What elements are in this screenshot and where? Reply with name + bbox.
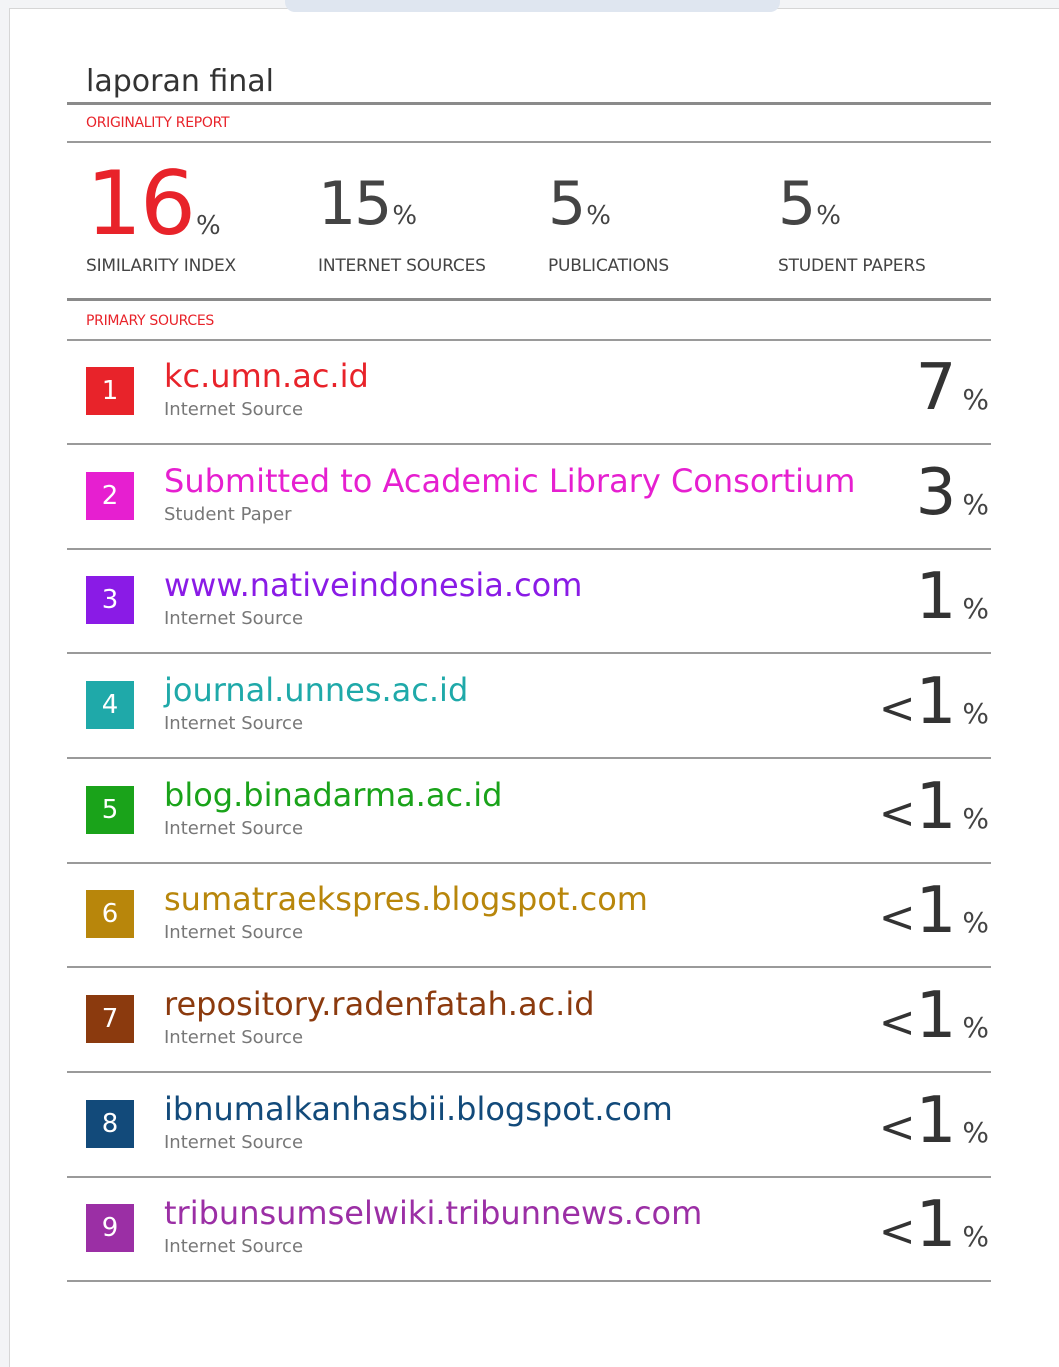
less-than-sign: < [878, 788, 916, 839]
stat-label: STUDENT PAPERS [778, 256, 926, 276]
stat-value: 15% [318, 159, 417, 249]
percent-sign: % [962, 592, 989, 625]
rank-badge: 4 [86, 681, 134, 729]
less-than-sign: < [878, 683, 916, 734]
source-type: Internet Source [164, 399, 304, 420]
source-row-5: 5 blog.binadarma.ac.id Internet Source <… [67, 760, 991, 864]
source-row-9: 9 tribunsumselwiki.tribunnews.com Intern… [67, 1178, 991, 1282]
percent-sign: % [195, 211, 221, 241]
primary-sources-label: PRIMARY SOURCES [86, 313, 214, 329]
title-divider [67, 102, 991, 105]
rank-badge: 7 [86, 995, 134, 1043]
source-percent: 1% [916, 562, 989, 632]
source-row-1: 1 kc.umn.ac.id Internet Source 7% [67, 341, 991, 445]
source-percent: 3% [916, 458, 989, 528]
row-divider [67, 1280, 991, 1282]
row-divider [67, 1071, 991, 1073]
rank-badge: 9 [86, 1204, 134, 1252]
source-row-6: 6 sumatraekspres.blogspot.com Internet S… [67, 864, 991, 968]
percent-number: 1 [915, 979, 957, 1053]
rank-badge: 1 [86, 367, 134, 415]
percent-sign: % [962, 1220, 989, 1253]
source-name: blog.binadarma.ac.id [164, 776, 503, 814]
source-percent: <1% [879, 772, 989, 842]
stat-label: INTERNET SOURCES [318, 256, 486, 276]
percent-sign: % [392, 201, 418, 231]
viewer-tab-decoration [285, 0, 780, 12]
rank-badge: 2 [86, 472, 134, 520]
percent-sign: % [962, 906, 989, 939]
source-name: Submitted to Academic Library Consortium [164, 462, 856, 500]
source-percent: <1% [879, 876, 989, 946]
percent-sign: % [962, 1011, 989, 1044]
stat-number: 15 [318, 169, 392, 239]
stat-value: 5% [548, 159, 611, 249]
source-name: journal.unnes.ac.id [164, 671, 469, 709]
source-row-7: 7 repository.radenfatah.ac.id Internet S… [67, 969, 991, 1073]
rank-badge: 3 [86, 576, 134, 624]
source-name: www.nativeindonesia.com [164, 566, 583, 604]
percent-number: 1 [915, 1084, 957, 1158]
percent-number: 7 [915, 351, 957, 425]
rank-badge: 6 [86, 890, 134, 938]
percent-sign: % [816, 201, 841, 231]
source-percent: <1% [879, 667, 989, 737]
source-name: sumatraekspres.blogspot.com [164, 880, 648, 918]
less-than-sign: < [878, 1102, 916, 1153]
row-divider [67, 966, 991, 968]
source-name: repository.radenfatah.ac.id [164, 985, 595, 1023]
stat-number: 5 [548, 169, 586, 239]
originality-report-label: ORIGINALITY REPORT [86, 115, 230, 131]
row-divider [67, 443, 991, 445]
stats-divider [67, 298, 991, 301]
source-percent: <1% [879, 1086, 989, 1156]
source-name: ibnumalkanhasbii.blogspot.com [164, 1090, 673, 1128]
source-row-3: 3 www.nativeindonesia.com Internet Sourc… [67, 550, 991, 654]
percent-number: 1 [915, 770, 957, 844]
less-than-sign: < [878, 892, 916, 943]
row-divider [67, 757, 991, 759]
percent-number: 1 [915, 560, 957, 634]
stat-label: SIMILARITY INDEX [86, 256, 236, 276]
source-type: Internet Source [164, 818, 304, 839]
source-type: Internet Source [164, 1236, 304, 1257]
stat-label: PUBLICATIONS [548, 256, 669, 276]
originality-divider [67, 141, 991, 143]
stat-value: 5% [778, 159, 841, 249]
rank-badge: 5 [86, 786, 134, 834]
report-page: laporan final ORIGINALITY REPORT 16% SIM… [9, 0, 1059, 1367]
source-type: Internet Source [164, 1132, 304, 1153]
less-than-sign: < [878, 997, 916, 1048]
percent-number: 1 [915, 1188, 957, 1262]
row-divider [67, 652, 991, 654]
percent-sign: % [962, 488, 989, 521]
source-type: Internet Source [164, 922, 304, 943]
stat-value: 16% [86, 159, 221, 249]
source-percent: 7% [916, 353, 989, 423]
source-name: kc.umn.ac.id [164, 357, 369, 395]
stat-number: 16 [86, 152, 196, 255]
percent-number: 1 [915, 665, 957, 739]
source-row-8: 8 ibnumalkanhasbii.blogspot.com Internet… [67, 1074, 991, 1178]
less-than-sign: < [878, 1206, 916, 1257]
source-type: Internet Source [164, 1027, 304, 1048]
percent-sign: % [962, 1116, 989, 1149]
percent-number: 3 [915, 456, 957, 530]
stat-number: 5 [778, 169, 816, 239]
percent-sign: % [962, 697, 989, 730]
source-type: Internet Source [164, 713, 304, 734]
source-type: Internet Source [164, 608, 304, 629]
percent-sign: % [962, 383, 989, 416]
rank-badge: 8 [86, 1100, 134, 1148]
source-name: tribunsumselwiki.tribunnews.com [164, 1194, 703, 1232]
document-title: laporan final [86, 64, 275, 99]
percent-sign: % [962, 802, 989, 835]
percent-sign: % [586, 201, 611, 231]
source-type: Student Paper [164, 504, 292, 525]
source-row-2: 2 Submitted to Academic Library Consorti… [67, 446, 991, 550]
percent-number: 1 [915, 874, 957, 948]
source-percent: <1% [879, 1190, 989, 1260]
source-percent: <1% [879, 981, 989, 1051]
source-row-4: 4 journal.unnes.ac.id Internet Source <1… [67, 655, 991, 759]
